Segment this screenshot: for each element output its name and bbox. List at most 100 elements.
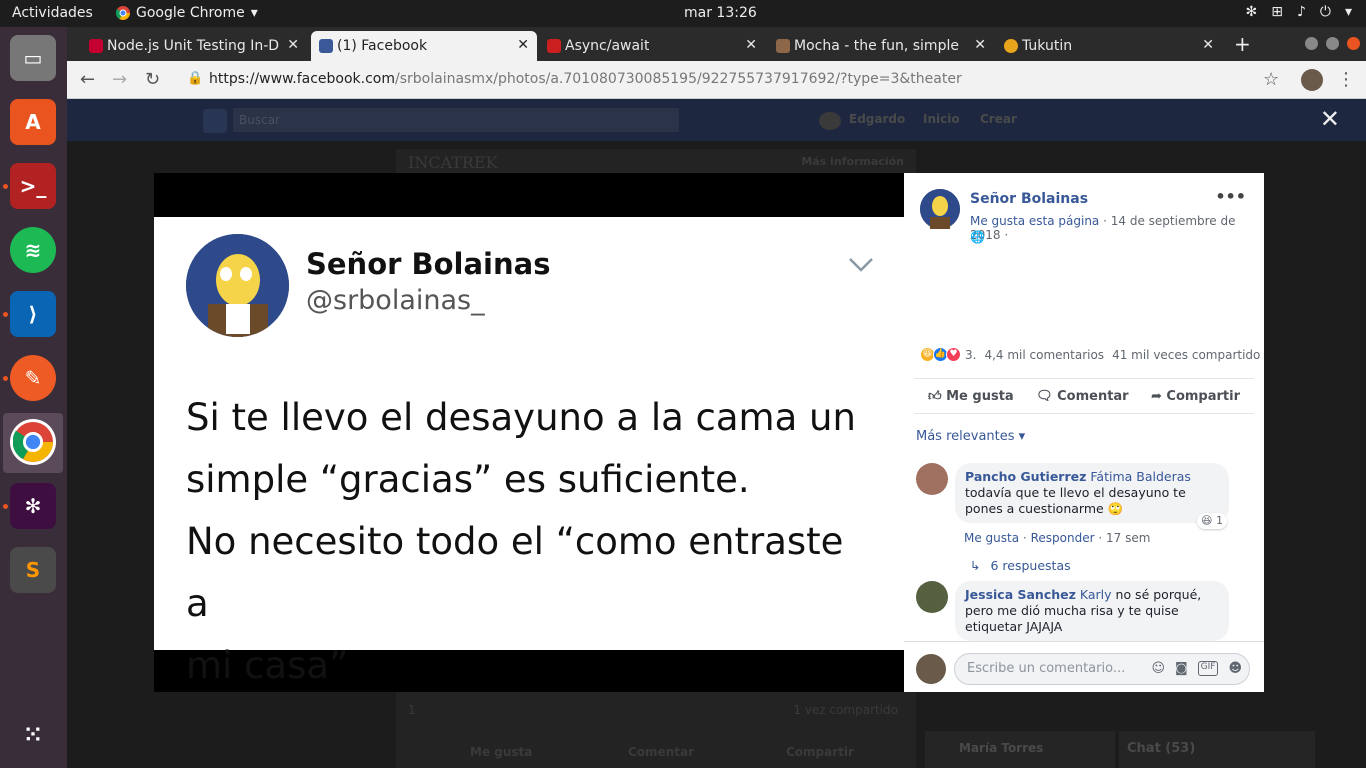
comment-composer: Escribe un comentario... ☺ ◙ GIF ☻ (904, 641, 1264, 692)
close-window-button[interactable] (1347, 37, 1360, 50)
chat-bar[interactable]: Chat (53) (1119, 731, 1315, 768)
more-options-icon[interactable]: ••• (1215, 187, 1246, 206)
sort-comments-dropdown[interactable]: Más relevantes ▾ (916, 429, 1025, 444)
comment-time[interactable]: 17 sem (1106, 531, 1150, 545)
comment-like-link[interactable]: Me gusta (964, 531, 1019, 545)
background-share-button[interactable]: Compartir (786, 745, 854, 759)
tweet-image: Señor Bolainas @srbolainas_ Si te llevo … (154, 217, 904, 687)
page-name-link[interactable]: Señor Bolainas (970, 191, 1088, 207)
close-icon[interactable]: ✕ (974, 37, 986, 53)
profile-avatar[interactable] (1301, 69, 1323, 91)
share-button[interactable]: ➦ Compartir (1151, 389, 1240, 404)
comment-author[interactable]: Pancho Gutierrez (965, 469, 1086, 484)
reaction-summary[interactable]: 😆 👍 ♥ 3. 4,4 mil comentarios 41 mil vece… (920, 347, 1260, 362)
files-icon[interactable]: ▭ (10, 35, 56, 81)
vscode-icon[interactable]: ⟩ (10, 291, 56, 337)
app-name: Google Chrome (136, 5, 245, 21)
comment: Jessica Sanchez Karly no sé porqué, pero… (916, 581, 1246, 641)
javascript-info-favicon-icon (547, 39, 561, 53)
comment-reaction-badge[interactable]: 😆 1 (1197, 513, 1227, 529)
tab-tukutin[interactable]: Tukutin ✕ (996, 31, 1222, 61)
running-indicator (3, 504, 8, 509)
running-indicator (3, 376, 8, 381)
comment-tag[interactable]: Fátima Balderas (1090, 469, 1191, 484)
slack-tray-icon[interactable]: ✻ (1245, 4, 1257, 20)
commenter-avatar[interactable] (916, 463, 948, 495)
clock[interactable]: mar 13:26 (684, 5, 757, 21)
chrome-dock-icon[interactable] (10, 419, 56, 465)
postman-icon[interactable]: ✎ (10, 355, 56, 401)
reaction-count: 3. (965, 347, 977, 362)
like-page-link[interactable]: Me gusta esta página (970, 214, 1099, 228)
software-center-icon[interactable]: A (10, 99, 56, 145)
close-icon[interactable]: ✕ (745, 37, 757, 53)
spotify-icon[interactable]: ≋ (10, 227, 56, 273)
camera-icon[interactable]: ◙ (1175, 661, 1188, 676)
page-avatar[interactable] (920, 189, 960, 229)
share-count[interactable]: 41 mil veces compartido (1112, 348, 1260, 362)
sublime-text-icon[interactable]: S (10, 547, 56, 593)
tab-async-await[interactable]: Async/await ✕ (539, 31, 765, 61)
close-theater-button[interactable]: ✕ (1320, 105, 1340, 133)
more-info-button[interactable]: Más información (801, 155, 904, 168)
caret-down-icon: ▾ (1018, 429, 1026, 444)
volume-icon[interactable]: ♪ (1297, 4, 1306, 20)
slack-icon[interactable]: ✻ (10, 483, 56, 529)
background-comment-button[interactable]: Comentar (628, 745, 694, 759)
chat-label: Chat (53) (1127, 741, 1196, 756)
network-icon[interactable]: ⊞ (1271, 4, 1283, 20)
comment-tag[interactable]: Karly (1080, 587, 1112, 602)
view-replies-link[interactable]: ↳ 6 respuestas (970, 558, 1071, 573)
terminal-icon[interactable]: >_ (10, 163, 56, 209)
nav-create[interactable]: Crear (980, 112, 1017, 126)
running-indicator (3, 312, 8, 317)
minimize-button[interactable] (1305, 37, 1318, 50)
tweet-line: Si te llevo el desayuno a la cama un (186, 396, 856, 439)
chat-tab-person[interactable]: María Torres (925, 731, 1115, 768)
facebook-logo-icon[interactable] (203, 109, 227, 133)
close-icon[interactable]: ✕ (1202, 37, 1214, 53)
close-icon[interactable]: ✕ (517, 37, 529, 53)
commenter-avatar[interactable] (916, 581, 948, 613)
url-field[interactable]: https://www.facebook.com/srbolainasmx/ph… (209, 71, 962, 87)
bookmark-star-icon[interactable]: ☆ (1263, 69, 1279, 90)
nav-home[interactable]: Inicio (923, 112, 960, 126)
comment-bubble: Jessica Sanchez Karly no sé porqué, pero… (955, 581, 1229, 641)
power-icon[interactable]: ⏻ (1320, 4, 1331, 20)
comment: Pancho Gutierrez Fátima Balderas todavía… (916, 463, 1246, 553)
show-applications-icon[interactable]: ⁙ (10, 712, 56, 758)
comment-button[interactable]: 🗨︎ Comentar (1036, 389, 1129, 404)
emoji-icon[interactable]: ☺ (1151, 661, 1165, 676)
tab-strip: Node.js Unit Testing In-D ✕ (1) Facebook… (67, 27, 1366, 61)
chevron-down-icon (849, 258, 873, 272)
menu-icon[interactable]: ⋮ (1337, 69, 1355, 90)
close-icon[interactable]: ✕ (287, 37, 299, 53)
sticker-icon[interactable]: ☻ (1228, 661, 1242, 676)
comment-author[interactable]: Jessica Sanchez (965, 587, 1076, 602)
comment-reaction-count: 1 (1216, 514, 1223, 527)
tab-facebook[interactable]: (1) Facebook ✕ (311, 31, 537, 61)
chevron-down-icon[interactable]: ▾ (1345, 4, 1352, 20)
search-input[interactable]: Buscar (233, 108, 679, 132)
gif-icon[interactable]: GIF (1197, 661, 1219, 676)
comment-label: Comentar (1057, 388, 1129, 404)
app-menu[interactable]: Google Chrome ▾ (116, 5, 258, 21)
like-button[interactable]: 👍︎ Me gusta (928, 389, 1014, 404)
comment-reply-link[interactable]: Responder (1031, 531, 1095, 545)
composer-tools: ☺ ◙ GIF ☻ (1151, 661, 1242, 676)
comment-count[interactable]: 4,4 mil comentarios (984, 348, 1104, 362)
reload-icon[interactable]: ↻ (145, 69, 160, 90)
new-tab-button[interactable]: + (1234, 32, 1251, 56)
background-post-footer: 1 1 vez compartido Me gusta Comentar Com… (396, 691, 916, 768)
tab-nodejs[interactable]: Node.js Unit Testing In-D ✕ (81, 31, 307, 61)
forward-icon[interactable]: → (112, 69, 127, 90)
system-tray[interactable]: ✻ ⊞ ♪ ⏻ ▾ (1245, 4, 1352, 20)
chevron-down-icon: ▾ (250, 5, 258, 21)
activities-button[interactable]: Actividades (12, 5, 93, 21)
back-icon[interactable]: ← (80, 69, 95, 90)
maximize-button[interactable] (1326, 37, 1339, 50)
tab-mocha[interactable]: Mocha - the fun, simple, f ✕ (768, 31, 994, 61)
nav-user[interactable]: Edgardo (849, 112, 905, 126)
background-like-button[interactable]: Me gusta (470, 745, 532, 759)
theater-photo[interactable]: Señor Bolainas @srbolainas_ Si te llevo … (154, 173, 904, 692)
